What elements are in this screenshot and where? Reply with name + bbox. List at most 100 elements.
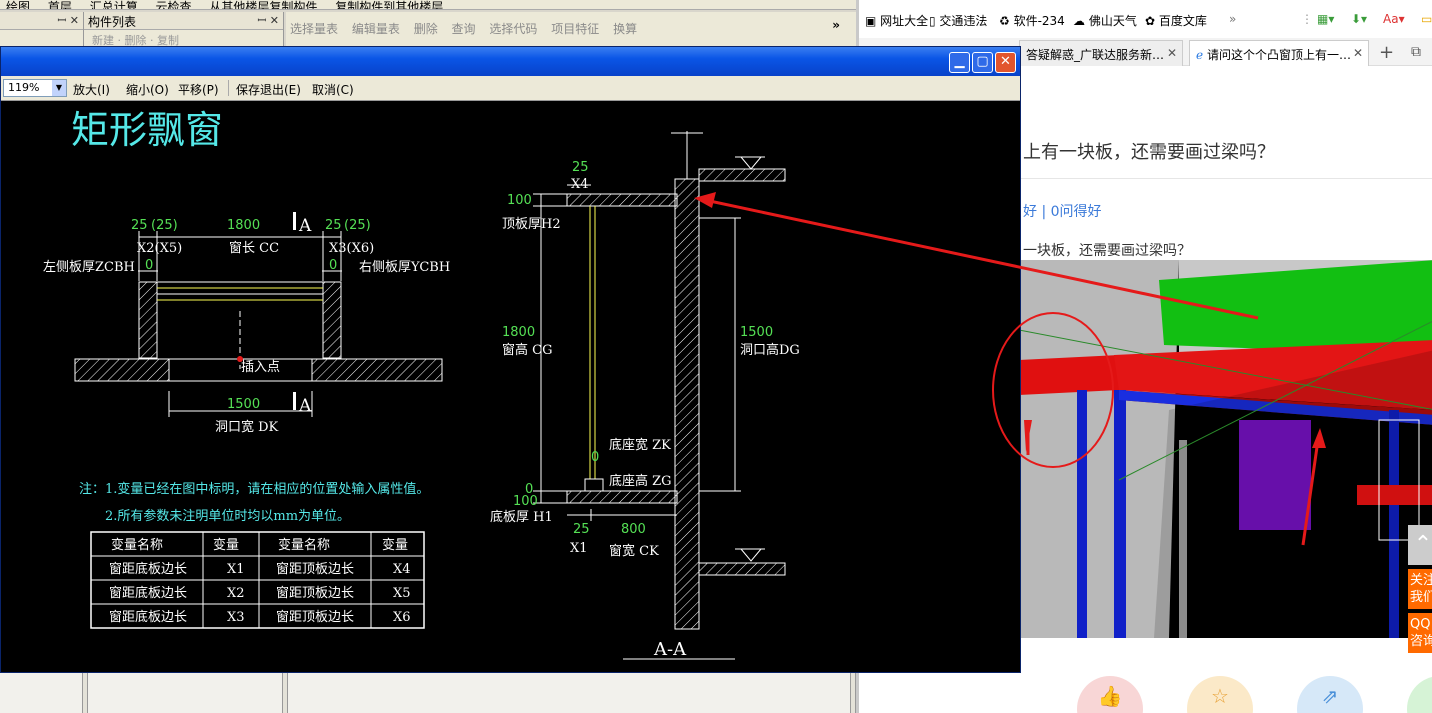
bay-window-editor-dialog: ▁ ▢ ✕ 119% ▼ 放大(I) 缩小(O) 平移(P) 保存退出(E) 取消… (0, 46, 1021, 673)
bookmark-item[interactable]: ▯ 交通违法 (929, 12, 987, 29)
table-cell: 窗距顶板边长 (276, 561, 354, 577)
back-to-top-button[interactable]: ⌃ (1408, 525, 1432, 565)
dim-100-bottom: 100 (513, 494, 538, 509)
chevron-icon[interactable]: » (832, 18, 840, 32)
table-cell: 窗距顶板边长 (276, 609, 354, 625)
zoom-value: 119% (8, 81, 40, 94)
bookmark-item[interactable]: ♻ 软件-234 (999, 12, 1065, 29)
more-bookmarks-icon[interactable]: » (1229, 12, 1236, 26)
component-list-title: 构件列表 ꟷ ✕ (84, 12, 283, 30)
chevron-down-icon[interactable]: ▼ (52, 80, 66, 96)
base-height-label: 底座高 ZG (609, 473, 672, 489)
maximize-icon[interactable]: ▢ (972, 52, 993, 73)
select-quantity-button[interactable]: 选择量表 (290, 22, 338, 36)
pin-icon[interactable]: ꟷ ✕ (257, 13, 279, 28)
bookmark-item[interactable]: ☁ 佛山天气 (1073, 12, 1137, 29)
dim-25-left-paren: (25) (151, 218, 178, 233)
zoom-in-button[interactable]: 放大(I) (73, 81, 110, 98)
panel-title-text: 构件列表 (88, 15, 137, 29)
toolbar-item[interactable]: 复制构件到其他楼层 (335, 0, 443, 9)
save-exit-button[interactable]: 保存退出(E) (236, 81, 301, 98)
toolbar-item[interactable]: 云检查 (156, 0, 192, 9)
dim-25-right: 25 (325, 218, 342, 233)
tab-answer-site[interactable]: 答疑解惑_广联达服务新… ✕ (1019, 40, 1183, 66)
pdf-icon[interactable]: Aa▾ (1383, 12, 1405, 26)
cad-drawing: 矩形飘窗 25 (25) 1800 A 25 (25) X2(X5) 窗长 CC… (43, 108, 800, 660)
apps-icon[interactable]: ▦▾ (1317, 12, 1334, 26)
section-title: A-A (653, 639, 687, 660)
dim-zero-zk: 0 (591, 450, 599, 465)
close-tab-icon[interactable]: ✕ (1353, 46, 1363, 60)
edit-quantity-button[interactable]: 编辑量表 (352, 22, 400, 36)
tab-question[interactable]: ℯ 请问这个个凸窗顶上有一… ✕ (1189, 40, 1369, 66)
question-stats[interactable]: 好 | 0问得好 (1023, 201, 1102, 221)
dialog-titlebar[interactable]: ▁ ▢ ✕ (1, 47, 1020, 76)
toolbar-item[interactable]: 从其他楼层复制构件 (209, 0, 317, 9)
section-mark-bottom: A (298, 396, 312, 416)
dialog-toolbar: 119% ▼ 放大(I) 缩小(O) 平移(P) 保存退出(E) 取消(C) (1, 76, 1020, 101)
table-cell: X5 (393, 586, 411, 601)
bookmarks-bar: ▣ 网址大全 ▯ 交通违法 ♻ 软件-234 ☁ 佛山天气 ✿ 百度文库 » ⋮… (859, 6, 1432, 34)
toolbar-item[interactable]: 首层 (48, 0, 72, 9)
section-view (533, 131, 786, 660)
component-list-panel: 构件列表 ꟷ ✕ 新建 · 删除 · 复制 (84, 12, 284, 48)
insert-point-label: 插入点 (241, 360, 280, 375)
minimize-icon[interactable]: ▁ (949, 52, 970, 73)
query-button[interactable]: 查询 (452, 22, 476, 36)
like-icon[interactable]: 👍 (1077, 676, 1143, 713)
pin-icon[interactable]: ꟷ ✕ (57, 13, 79, 28)
bookmark-item[interactable]: ✿ 百度文库 (1145, 12, 1207, 29)
drawing-canvas[interactable]: 矩形飘窗 25 (25) 1800 A 25 (25) X2(X5) 窗长 CC… (1, 101, 1020, 672)
toolbar-separator (228, 80, 229, 96)
splitter[interactable] (282, 670, 288, 713)
x1-label: X1 (570, 541, 588, 556)
dim-25-section-top: 25 (572, 160, 589, 175)
delete-button[interactable]: 删除 (414, 22, 438, 36)
table-header: 变量 (213, 537, 239, 553)
x4-label: X4 (571, 177, 589, 192)
zoom-out-button[interactable]: 缩小(O) (126, 81, 169, 98)
dim-800: 800 (621, 522, 646, 537)
pan-button[interactable]: 平移(P) (178, 81, 219, 98)
dim-1500-plan: 1500 (227, 397, 260, 412)
folder-icon[interactable]: ▭ (1421, 12, 1432, 26)
qq-consult-button[interactable]: QQ咨询 (1408, 613, 1432, 653)
window-width-label: 窗宽 CK (609, 543, 659, 559)
dim-1800-section: 1800 (502, 325, 535, 340)
new-tab-button[interactable]: + (1379, 42, 1394, 63)
favorite-icon[interactable]: ☆ (1187, 676, 1253, 713)
close-icon[interactable]: ✕ (995, 52, 1016, 73)
share-icon[interactable]: ⇗ (1297, 676, 1363, 713)
close-tab-icon[interactable]: ✕ (1167, 46, 1177, 60)
toolbar-item[interactable]: 绘图 (6, 0, 30, 9)
splitter[interactable] (82, 670, 88, 713)
cancel-button[interactable]: 取消(C) (312, 81, 354, 98)
download-icon[interactable]: ⬇▾ (1351, 12, 1367, 26)
table-cell: 窗距顶板边长 (276, 585, 354, 601)
project-feature-button[interactable]: 项目特征 (551, 22, 599, 36)
question-title: 上有一块板，还需要画过梁吗？ (1023, 142, 1275, 163)
dim-1800-plan: 1800 (227, 218, 260, 233)
restore-tabs-icon[interactable]: ⧉ (1411, 44, 1421, 60)
dim-25-right-paren: (25) (344, 218, 371, 233)
model-3d-render (1019, 260, 1432, 638)
convert-button[interactable]: 换算 (613, 22, 637, 36)
table-cell: 窗距底板边长 (109, 585, 187, 601)
dim-100-top: 100 (507, 193, 532, 208)
table-cell: X6 (393, 610, 411, 625)
left-thickness-label: 左侧板厚ZCBH (43, 260, 135, 275)
dim-zero-right: 0 (329, 258, 337, 273)
bookmark-item[interactable]: ▣ 网址大全 (865, 12, 928, 29)
more-action-icon[interactable]: · (1407, 676, 1432, 713)
x2-label: X2(X5) (137, 241, 182, 256)
zoom-select[interactable]: 119% ▼ (3, 79, 67, 97)
menu-dots-icon[interactable]: ⋮ (1301, 12, 1313, 26)
table-header: 变量名称 (278, 537, 330, 553)
follow-us-button[interactable]: 关注我们 (1408, 569, 1432, 609)
toolbar-item[interactable]: 汇总计算 (90, 0, 138, 9)
select-code-button[interactable]: 选择代码 (489, 22, 537, 36)
table-cell: 窗距底板边长 (109, 609, 187, 625)
tab-label: 请问这个个凸窗顶上有一… (1206, 48, 1351, 62)
table-header: 变量 (382, 537, 408, 553)
table-cell: X3 (227, 610, 245, 625)
